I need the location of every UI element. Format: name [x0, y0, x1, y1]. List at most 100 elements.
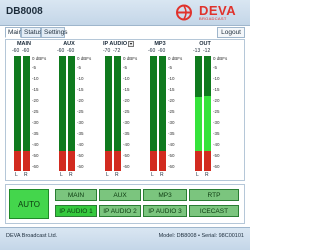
- scale-tick-label: -15: [213, 87, 220, 92]
- source-ip-audio-3-button[interactable]: IP AUDIO 3: [143, 205, 187, 217]
- scale-tick-label: -30: [168, 120, 175, 125]
- meter-red-zone: [68, 151, 75, 171]
- tab-settings[interactable]: Settings: [41, 27, 68, 38]
- source-rtp-button[interactable]: RTP: [189, 189, 239, 201]
- source-mp3-button[interactable]: MP3: [143, 189, 187, 201]
- footer-model-serial: Model: DB8008 • Serial: 98C00101: [158, 233, 244, 239]
- scale-tick-label: -40: [168, 142, 175, 147]
- scale-tick-label: -35: [213, 131, 220, 136]
- meter-name: IP AUDIO 1: [103, 41, 132, 47]
- scale-tick-label: -25: [168, 109, 175, 114]
- scale-tick-label: -60: [213, 164, 220, 169]
- scale-tick-label: 0 dBFs: [32, 56, 47, 61]
- meter-name: MP3: [154, 41, 166, 47]
- meter-channel-label: R: [205, 172, 209, 178]
- scale-tick-label: -20: [168, 98, 175, 103]
- tab-main[interactable]: Main: [5, 27, 22, 38]
- meter-left-value: -60: [12, 48, 20, 54]
- meter-menu-icon[interactable]: ▾: [128, 41, 134, 47]
- source-main-button[interactable]: MAIN: [55, 189, 97, 201]
- scale-tick-label: -10: [77, 76, 84, 81]
- meter-bar-left: [195, 56, 202, 171]
- scale-tick-label: -60: [32, 164, 39, 169]
- meter-left-value: -13: [193, 48, 201, 54]
- scale-tick-label: -60: [77, 164, 84, 169]
- page-title: DB8008: [6, 6, 43, 17]
- source-ip-audio-1-button[interactable]: IP AUDIO 1: [55, 205, 97, 217]
- scale-tick-label: -50: [168, 153, 175, 158]
- logout-button[interactable]: Logout: [217, 27, 245, 38]
- meter-scale: 0 dBFs -5 -10 -15 -20 -25 -30 -35 -40 -50 -60: [213, 56, 235, 171]
- auto-mode-button[interactable]: AUTO: [9, 189, 49, 219]
- scale-tick-label: -15: [32, 87, 39, 92]
- scale-tick-label: -35: [32, 131, 39, 136]
- footer-bar: DEVA Broadcast Ltd. Model: DB8008 • Seri…: [0, 227, 250, 250]
- meter-right-value: -72: [113, 48, 121, 54]
- scale-tick-label: -30: [32, 120, 39, 125]
- meter-bar-right: [114, 56, 121, 171]
- meter-red-zone: [204, 151, 211, 171]
- scale-tick-label: -50: [77, 153, 84, 158]
- source-ip-audio-2-button[interactable]: IP AUDIO 2: [99, 205, 141, 217]
- scale-tick-label: -20: [32, 98, 39, 103]
- scale-tick-label: -25: [32, 109, 39, 114]
- scale-tick-label: -50: [32, 153, 39, 158]
- meter-name: MAIN: [16, 41, 32, 47]
- scale-tick-label: -25: [123, 109, 130, 114]
- meter-scale: 0 dBFs -5 -10 -15 -20 -25 -30 -35 -40 -50 -60: [77, 56, 99, 171]
- deva-logo: DEVA BROADCAST: [173, 3, 245, 23]
- scale-tick-label: -5: [77, 65, 82, 70]
- tab-bar: Main Status Settings Logout: [0, 27, 250, 39]
- meter-scale: 0 dBFs -5 -10 -15 -20 -25 -30 -35 -40 -50 -60: [168, 56, 190, 171]
- meter-red-zone: [14, 151, 21, 171]
- scale-tick-label: -40: [77, 142, 84, 147]
- meter-bar-right: [204, 56, 211, 171]
- scale-tick-label: -15: [77, 87, 84, 92]
- scale-tick-label: -5: [123, 65, 128, 70]
- source-aux-button[interactable]: AUX: [99, 189, 141, 201]
- meter-group-main: MAIN -60 -60 L R 0 dBFs -5 -10 -15 -20 -25 -30 -35 -4…: [12, 41, 56, 179]
- meter-right-value: -60: [158, 48, 166, 54]
- meter-name: OUT: [199, 41, 211, 47]
- meter-channel-label: L: [196, 172, 199, 178]
- meter-level-fill: [195, 97, 202, 151]
- meter-red-zone: [23, 151, 30, 171]
- scale-tick-label: -10: [32, 76, 39, 81]
- tab-status[interactable]: Status: [21, 27, 42, 38]
- scale-tick-label: -40: [123, 142, 130, 147]
- scale-tick-label: -10: [168, 76, 175, 81]
- meter-name: AUX: [63, 41, 75, 47]
- meter-bar-left: [105, 56, 112, 171]
- app-window: DB8008 DEVA BROADCAST Main Status Settin…: [0, 0, 250, 250]
- meter-channel-label: L: [106, 172, 109, 178]
- scale-tick-label: -35: [123, 131, 130, 136]
- meter-red-zone: [159, 151, 166, 171]
- scale-tick-label: -15: [168, 87, 175, 92]
- scale-tick-label: -60: [168, 164, 175, 169]
- scale-tick-label: -60: [123, 164, 130, 169]
- meter-bar-right: [23, 56, 30, 171]
- scale-tick-label: -30: [213, 120, 220, 125]
- meter-right-value: -60: [22, 48, 30, 54]
- meter-group-out: OUT -13 -12 L R 0 dBFs -5 -10 -15 -20 -25 -30 -35 -40…: [193, 41, 237, 179]
- scale-tick-label: -20: [123, 98, 130, 103]
- meter-red-zone: [150, 151, 157, 171]
- scale-tick-label: -35: [77, 131, 84, 136]
- meter-scale: 0 dBFs -5 -10 -15 -20 -25 -30 -35 -40 -50 -60: [32, 56, 54, 171]
- meter-channel-label: R: [69, 172, 73, 178]
- source-icecast-button[interactable]: ICECAST: [189, 205, 239, 217]
- meter-scale: 0 dBFs -5 -10 -15 -20 -25 -30 -35 -40 -50 -60: [123, 56, 145, 171]
- meter-channel-label: L: [15, 172, 18, 178]
- meter-bar-left: [14, 56, 21, 171]
- meter-level-fill: [204, 96, 211, 151]
- meter-channel-label: R: [115, 172, 119, 178]
- scale-tick-label: -10: [123, 76, 130, 81]
- scale-tick-label: -15: [123, 87, 130, 92]
- scale-tick-label: 0 dBFs: [123, 56, 138, 61]
- meter-red-zone: [105, 151, 112, 171]
- meter-red-zone: [59, 151, 66, 171]
- meter-group-ip-audio-1: IP AUDIO 1 ▾ -70 -72 L R 0 dBFs -5 -10 -15 -20 -25 -…: [103, 41, 147, 179]
- scale-tick-label: -25: [77, 109, 84, 114]
- meter-bar-right: [68, 56, 75, 171]
- meter-bar-left: [150, 56, 157, 171]
